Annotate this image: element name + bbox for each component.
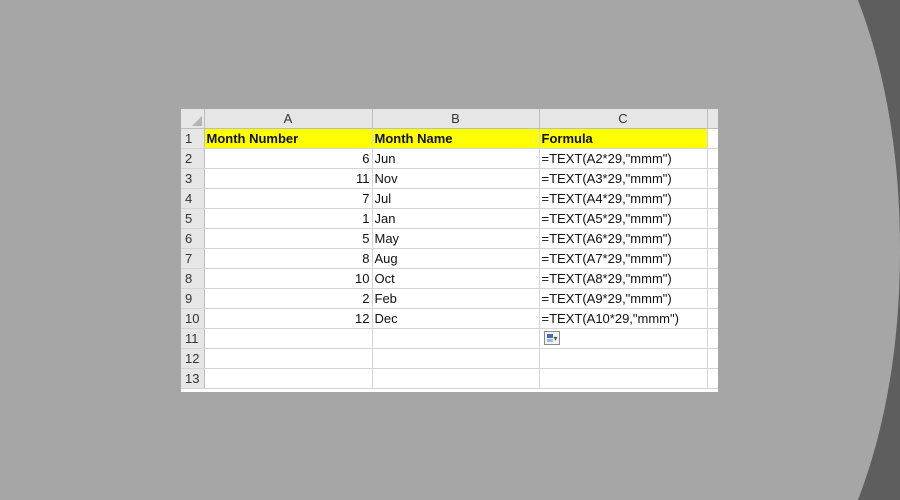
- cell-a12[interactable]: [204, 348, 373, 369]
- row-header[interactable]: 12: [181, 348, 205, 369]
- table-row: 12: [181, 348, 718, 369]
- cell-a6[interactable]: 5: [204, 228, 373, 249]
- row-header[interactable]: 2: [181, 148, 205, 169]
- cell-d11[interactable]: [707, 328, 718, 349]
- cell-d7[interactable]: [707, 248, 718, 269]
- cell-d8[interactable]: [707, 268, 718, 289]
- cell-b6[interactable]: May: [372, 228, 540, 249]
- cell-b12[interactable]: [372, 348, 540, 369]
- cell-d1[interactable]: [707, 128, 718, 149]
- cell-d2[interactable]: [707, 148, 718, 169]
- cell-a9[interactable]: 2: [204, 288, 373, 309]
- cell-a4[interactable]: 7: [204, 188, 373, 209]
- cell-d3[interactable]: [707, 168, 718, 189]
- cell-d6[interactable]: [707, 228, 718, 249]
- spreadsheet: A B C 1 Month Number Month Name Formula …: [181, 109, 718, 392]
- cell-d4[interactable]: [707, 188, 718, 209]
- table-row: 4 7 Jul =TEXT(A4*29,"mmm"): [181, 188, 718, 209]
- cell-d9[interactable]: [707, 288, 718, 309]
- table-row: 11 ▾: [181, 328, 718, 349]
- cell-a1[interactable]: Month Number: [204, 128, 373, 149]
- cell-a7[interactable]: 8: [204, 248, 373, 269]
- cell-b13[interactable]: [372, 368, 540, 389]
- row-header[interactable]: 6: [181, 228, 205, 249]
- cell-c3[interactable]: =TEXT(A3*29,"mmm"): [539, 168, 708, 189]
- cell-grid: A B C 1 Month Number Month Name Formula …: [181, 109, 718, 389]
- table-row: 13: [181, 368, 718, 389]
- cell-c13[interactable]: [539, 368, 708, 389]
- cell-c12[interactable]: [539, 348, 708, 369]
- cell-c5[interactable]: =TEXT(A5*29,"mmm"): [539, 208, 708, 229]
- cell-c8[interactable]: =TEXT(A8*29,"mmm"): [539, 268, 708, 289]
- row-header[interactable]: 11: [181, 328, 205, 349]
- cell-a10[interactable]: 12: [204, 308, 373, 329]
- table-row: 9 2 Feb =TEXT(A9*29,"mmm"): [181, 288, 718, 309]
- table-row: 1 Month Number Month Name Formula: [181, 128, 718, 149]
- paste-options-icon[interactable]: ▾: [543, 331, 560, 345]
- cell-a5[interactable]: 1: [204, 208, 373, 229]
- row-header[interactable]: 1: [181, 128, 205, 149]
- column-header-b[interactable]: B: [372, 109, 540, 129]
- select-all-icon: [191, 116, 202, 126]
- table-row: 2 6 Jun =TEXT(A2*29,"mmm"): [181, 148, 718, 169]
- cell-b11[interactable]: [372, 328, 540, 349]
- table-row: 10 12 Dec =TEXT(A10*29,"mmm"): [181, 308, 718, 329]
- row-header[interactable]: 5: [181, 208, 205, 229]
- table-row: 5 1 Jan =TEXT(A5*29,"mmm"): [181, 208, 718, 229]
- row-header[interactable]: 8: [181, 268, 205, 289]
- cell-a11[interactable]: [204, 328, 373, 349]
- cell-a13[interactable]: [204, 368, 373, 389]
- cell-b7[interactable]: Aug: [372, 248, 540, 269]
- column-header-d[interactable]: [707, 109, 718, 129]
- table-row: 6 5 May =TEXT(A6*29,"mmm"): [181, 228, 718, 249]
- row-header[interactable]: 3: [181, 168, 205, 189]
- cell-c7[interactable]: =TEXT(A7*29,"mmm"): [539, 248, 708, 269]
- cell-c10[interactable]: =TEXT(A10*29,"mmm"): [539, 308, 708, 329]
- cell-c2[interactable]: =TEXT(A2*29,"mmm"): [539, 148, 708, 169]
- cell-c11[interactable]: ▾: [539, 328, 708, 349]
- column-header-c[interactable]: C: [539, 109, 708, 129]
- cell-b8[interactable]: Oct: [372, 268, 540, 289]
- cell-d13[interactable]: [707, 368, 718, 389]
- cell-d12[interactable]: [707, 348, 718, 369]
- cell-b9[interactable]: Feb: [372, 288, 540, 309]
- table-row: 3 11 Nov =TEXT(A3*29,"mmm"): [181, 168, 718, 189]
- cell-d10[interactable]: [707, 308, 718, 329]
- cell-c9[interactable]: =TEXT(A9*29,"mmm"): [539, 288, 708, 309]
- row-header[interactable]: 13: [181, 368, 205, 389]
- cell-a2[interactable]: 6: [204, 148, 373, 169]
- cell-b5[interactable]: Jan: [372, 208, 540, 229]
- row-header[interactable]: 4: [181, 188, 205, 209]
- cell-b2[interactable]: Jun: [372, 148, 540, 169]
- cell-d5[interactable]: [707, 208, 718, 229]
- cell-b1[interactable]: Month Name: [372, 128, 540, 149]
- column-header-a[interactable]: A: [204, 109, 373, 129]
- cell-c4[interactable]: =TEXT(A4*29,"mmm"): [539, 188, 708, 209]
- cell-b10[interactable]: Dec: [372, 308, 540, 329]
- cell-b3[interactable]: Nov: [372, 168, 540, 189]
- cell-a8[interactable]: 10: [204, 268, 373, 289]
- table-row: 7 8 Aug =TEXT(A7*29,"mmm"): [181, 248, 718, 269]
- cell-a3[interactable]: 11: [204, 168, 373, 189]
- cell-c1[interactable]: Formula: [539, 128, 708, 149]
- table-row: 8 10 Oct =TEXT(A8*29,"mmm"): [181, 268, 718, 289]
- column-header-row: A B C: [181, 109, 718, 129]
- cell-c6[interactable]: =TEXT(A6*29,"mmm"): [539, 228, 708, 249]
- cell-b4[interactable]: Jul: [372, 188, 540, 209]
- row-header[interactable]: 7: [181, 248, 205, 269]
- row-header[interactable]: 10: [181, 308, 205, 329]
- select-all-button[interactable]: [181, 109, 205, 129]
- row-header[interactable]: 9: [181, 288, 205, 309]
